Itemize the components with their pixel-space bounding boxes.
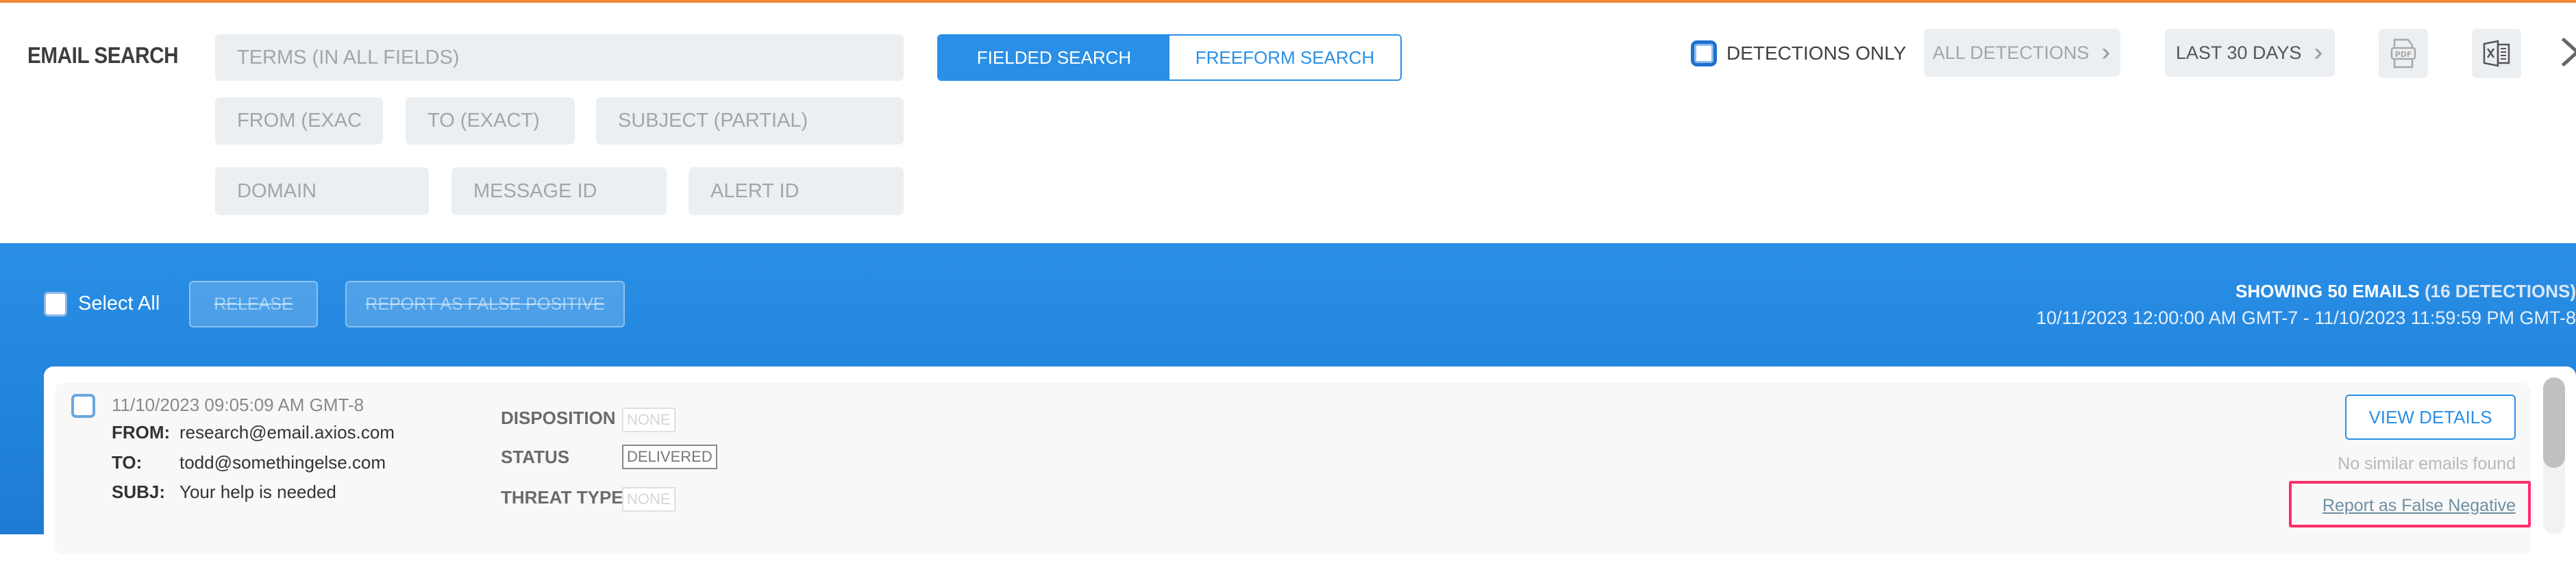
email-count: SHOWING 50 EMAILS (2236, 281, 2420, 301)
subject-label: SUBJ: (112, 482, 166, 502)
close-button[interactable] (2561, 36, 2576, 69)
chevron-down-icon: ❯ (2100, 47, 2112, 59)
to-label: TO: (112, 452, 143, 473)
email-timestamp: 11/10/2023 09:05:09 AM GMT-8 (112, 395, 364, 415)
report-false-negative-link[interactable]: Report as False Negative (2323, 496, 2516, 516)
time-range-value: LAST 30 DAYS (2175, 42, 2302, 63)
report-false-positive-button[interactable]: REPORT AS FALSE POSITIVE (345, 281, 625, 327)
excel-file-icon (2483, 40, 2510, 67)
disposition-badge: NONE (622, 408, 676, 432)
alert-id-input[interactable] (689, 167, 904, 215)
select-all-checkbox[interactable] (44, 292, 67, 316)
subject-value: Your help is needed (179, 482, 336, 502)
page-title: EMAIL SEARCH (27, 42, 179, 68)
tab-fielded-search[interactable]: FIELDED SEARCH (939, 36, 1169, 79)
time-range-dropdown[interactable]: LAST 30 DAYS ❯ (2165, 29, 2335, 77)
detection-count: (16 DETECTIONS) (2424, 281, 2576, 301)
top-accent-bar (0, 0, 2576, 3)
status-label: STATUS (501, 447, 570, 467)
detections-only-label: DETECTIONS ONLY (1726, 42, 1907, 64)
message-id-input[interactable] (451, 167, 667, 215)
detection-type-dropdown[interactable]: ALL DETECTIONS ❯ (1924, 29, 2120, 77)
similar-emails-status: No similar emails found (2338, 454, 2516, 473)
email-result-card (55, 383, 2531, 554)
close-icon (2562, 38, 2576, 66)
view-details-button[interactable]: VIEW DETAILS (2345, 395, 2516, 440)
search-mode-toggle: FIELDED SEARCH FREEFORM SEARCH (937, 34, 1402, 81)
status-badge: DELIVERED (622, 445, 717, 469)
export-excel-button[interactable] (2472, 29, 2521, 78)
scrollbar-thumb[interactable] (2543, 377, 2565, 468)
email-select-checkbox[interactable] (71, 394, 95, 418)
to-input[interactable] (406, 97, 575, 145)
tab-freeform-search[interactable]: FREEFORM SEARCH (1169, 36, 1400, 79)
terms-input[interactable] (215, 34, 904, 81)
subject-input[interactable] (596, 97, 904, 145)
detection-type-value: ALL DETECTIONS (1932, 42, 2090, 63)
domain-input[interactable] (215, 167, 429, 215)
svg-text:PDF: PDF (2395, 50, 2412, 59)
from-label: FROM: (112, 422, 171, 443)
results-date-range: 10/11/2023 12:00:00 AM GMT-7 - 11/10/202… (2036, 308, 2576, 328)
disposition-label: DISPOSITION (501, 408, 616, 428)
select-all-label: Select All (78, 293, 160, 314)
from-input[interactable] (215, 97, 383, 145)
threat-type-label: THREAT TYPE (501, 487, 623, 508)
results-count: SHOWING 50 EMAILS (16 DETECTIONS) (2036, 281, 2576, 302)
to-value: todd@somethingelse.com (179, 452, 386, 473)
export-pdf-button[interactable]: PDF (2379, 29, 2428, 78)
detections-only-checkbox[interactable] (1691, 40, 1717, 66)
chevron-down-icon: ❯ (2312, 47, 2325, 59)
from-value: research@email.axios.com (179, 422, 395, 443)
threat-type-badge: NONE (622, 487, 676, 512)
pdf-file-icon: PDF (2390, 38, 2416, 69)
results-summary: SHOWING 50 EMAILS (16 DETECTIONS) 10/11/… (2036, 281, 2576, 329)
release-button[interactable]: RELEASE (189, 281, 318, 327)
